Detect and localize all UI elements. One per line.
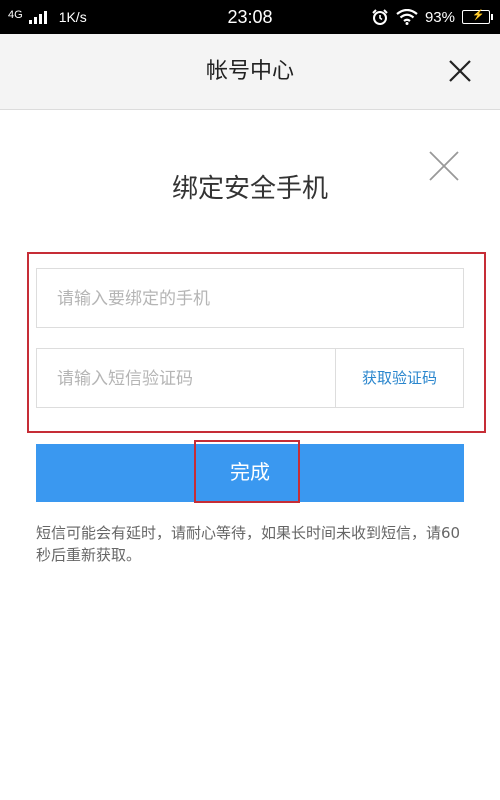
code-field: 获取验证码 (36, 348, 464, 409)
sms-delay-notice: 短信可能会有延时，请耐心等待，如果长时间未收到短信，请60秒后重新获取。 (36, 524, 461, 564)
nav-bar: 帐号中心 (0, 34, 500, 110)
done-highlight-box (194, 440, 300, 503)
status-bar: 4G 1K/s 23:08 93% ⚡ (0, 0, 500, 34)
dialog-close-icon[interactable] (428, 150, 460, 182)
wifi-icon (396, 9, 418, 25)
battery-level: 93% (424, 8, 455, 26)
verification-code-input[interactable] (55, 349, 329, 409)
get-code-button[interactable]: 获取验证码 (336, 349, 463, 407)
dialog-title: 绑定安全手机 (171, 174, 328, 204)
close-icon[interactable] (448, 59, 472, 83)
phone-input[interactable] (55, 269, 449, 329)
phone-field (36, 268, 464, 329)
battery-icon: ⚡ (462, 10, 493, 24)
page-title: 帐号中心 (205, 59, 294, 84)
done-button[interactable]: 完成 (36, 440, 464, 503)
status-right: 93% ⚡ (371, 0, 493, 34)
alarm-icon (372, 9, 388, 25)
